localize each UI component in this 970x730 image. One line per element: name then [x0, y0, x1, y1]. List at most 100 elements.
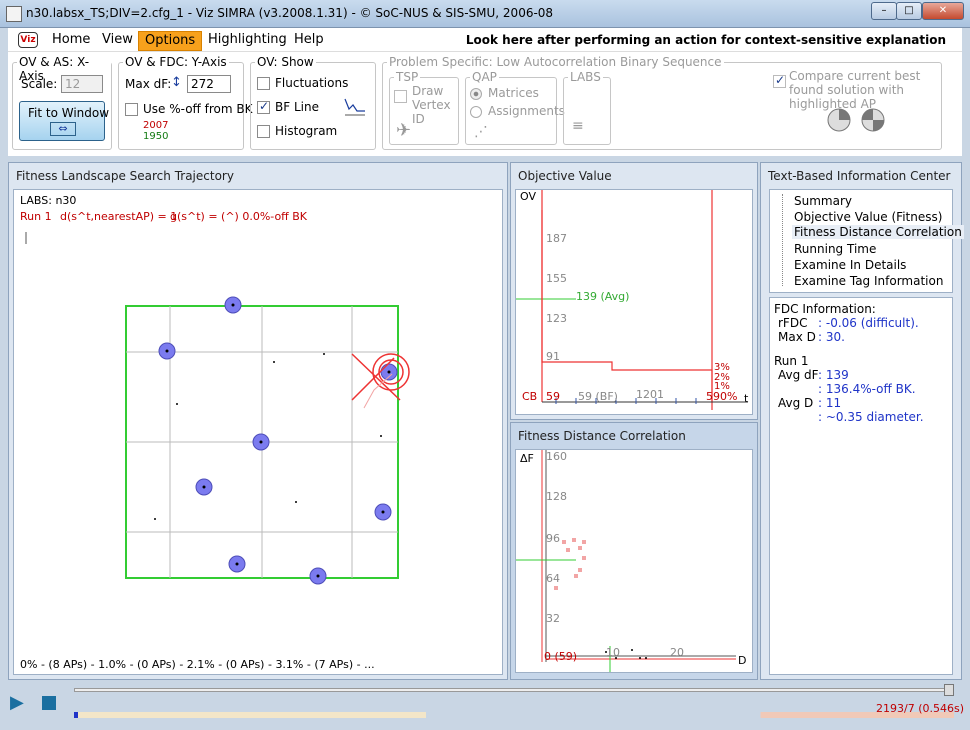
tree-item-summary[interactable]: Summary — [794, 194, 852, 208]
percent-off-checkbox[interactable] — [125, 103, 138, 116]
ovshow-title: OV: Show — [255, 55, 316, 69]
stop-icon[interactable] — [42, 696, 56, 710]
objective-title: Objective Value — [518, 169, 612, 183]
landscape-footer: 0% - (8 APs) - 1.0% - (0 APs) - 2.1% - (… — [20, 658, 375, 671]
run-counter: 2193/7 (0.546s) — [876, 702, 964, 715]
qap-graph-icon: ⋰ — [474, 124, 488, 140]
fdc-zero-label: 0 (59) — [544, 650, 578, 663]
assignments-label: Assignments — [488, 104, 565, 118]
t-axis-label: t — [744, 392, 749, 405]
app-icon — [6, 6, 22, 22]
timeline-track[interactable] — [74, 688, 954, 692]
timeline-start-marker — [74, 712, 78, 718]
problem-group: Problem Specific: Low Autocorrelation Bi… — [382, 55, 942, 150]
menu-options[interactable]: Options — [138, 31, 203, 51]
value-red: 2007 — [143, 120, 169, 131]
labs-title: LABS — [568, 70, 603, 84]
draw-vertex-checkbox[interactable] — [394, 90, 407, 103]
info-text: FDC Information: rFDC : -0.06 (difficult… — [769, 297, 953, 675]
run-title: Run 1 — [774, 354, 809, 368]
menu-help[interactable]: Help — [288, 31, 330, 51]
tree-item-running-time[interactable]: Running Time — [794, 242, 876, 256]
tree-item-fdc[interactable]: Fitness Distance Correlation — [792, 225, 964, 239]
maxd-value: : 30. — [818, 330, 845, 344]
fdc-x10: 10 — [606, 646, 620, 659]
tsp-group: TSP Draw Vertex ID ✈ — [389, 70, 459, 145]
landscape-svg — [25, 232, 410, 585]
pct-label-1: 1% — [714, 381, 730, 392]
fit-to-window-button[interactable]: Fit to Window ⇔ — [19, 101, 109, 141]
menu-home[interactable]: Home — [46, 31, 96, 51]
fdc-canvas[interactable]: ΔF 160 128 96 64 32 0 (59) 10 20 D — [515, 449, 753, 673]
rfdc-label: rFDC — [778, 316, 808, 330]
labs-icon: ≡ — [572, 118, 584, 134]
fit-to-window-label: Fit to Window — [28, 106, 110, 120]
timeline-history-strip — [74, 712, 954, 718]
qap-group: QAP Matrices Assignments ⋰ — [465, 70, 565, 145]
fdc-x20: 20 — [670, 646, 684, 659]
labs-group: LABS ≡ — [563, 70, 611, 145]
histogram-label: Histogram — [275, 124, 338, 138]
menu-highlighting[interactable]: Highlighting — [202, 31, 293, 51]
maxdf-input[interactable]: 272 — [187, 75, 231, 93]
objective-canvas[interactable]: OV 187 155 123 91 139 (Avg) CB 59 59 (BF… — [515, 189, 753, 415]
playback-bar: ▶ 2193/7 (0.546s) — [0, 682, 970, 730]
window-title: n30.labsx_TS;DIV=2.cfg_1 - Viz SIMRA (v3… — [26, 6, 554, 20]
close-button[interactable]: ✕ — [922, 2, 964, 20]
x-label-bf: 59 (BF) — [578, 390, 618, 403]
landscape-canvas[interactable]: LABS: n30 Run 1 d(s^t,nearestAP) = 1 g(s… — [13, 189, 503, 675]
tree-item-objective[interactable]: Objective Value (Fitness) — [794, 210, 942, 224]
objective-panel: Objective Value OV 187 155 123 91 139 (A… — [510, 162, 758, 420]
bfline-label: BF Line — [275, 100, 319, 114]
fdc-svg — [516, 450, 736, 672]
maxdf-label: Max dF: — [125, 77, 172, 91]
fdc-title: Fitness Distance Correlation — [518, 429, 686, 443]
info-panel: Text-Based Information Center Summary Ob… — [760, 162, 964, 680]
avgd-label: Avg D — [778, 396, 814, 410]
scale-input[interactable]: 12 — [61, 75, 103, 93]
tsp-graph-icon: ✈ — [396, 120, 412, 141]
info-title: Text-Based Information Center — [768, 169, 951, 183]
chart-icon — [344, 98, 365, 116]
bfline-checkbox[interactable] — [257, 99, 270, 114]
maxd-label: Max D — [778, 330, 816, 344]
fluctuations-checkbox[interactable] — [257, 77, 270, 90]
landscape-title: Fitness Landscape Search Trajectory — [16, 169, 234, 183]
matrices-label: Matrices — [488, 86, 539, 100]
ovshow-group: OV: Show Fluctuations BF Line Histogram — [250, 55, 376, 150]
avgd-value: : 11 — [818, 396, 842, 410]
problem-title: Problem Specific: Low Autocorrelation Bi… — [387, 55, 724, 69]
tree-item-examine-tag[interactable]: Examine Tag Information — [794, 274, 943, 288]
fdc-panel: Fitness Distance Correlation ΔF 160 128 … — [510, 422, 758, 680]
minimize-button[interactable]: – — [871, 2, 897, 20]
fluctuations-label: Fluctuations — [275, 76, 349, 90]
maximize-button[interactable]: □ — [896, 2, 922, 20]
info-tree: Summary Objective Value (Fitness) Fitnes… — [769, 189, 964, 293]
tsp-title: TSP — [394, 70, 421, 84]
tree-line — [782, 194, 783, 286]
cb-label: CB — [522, 390, 538, 403]
yaxis-title: OV & FDC: Y-Axis — [123, 55, 229, 69]
updown-icon: ↕ — [171, 75, 182, 90]
assignments-radio[interactable] — [470, 106, 482, 118]
timeline-slider-thumb[interactable] — [944, 684, 954, 696]
tree-item-examine-details[interactable]: Examine In Details — [794, 258, 906, 272]
landscape-panel: Fitness Landscape Search Trajectory LABS… — [8, 162, 508, 680]
value-green: 1950 — [143, 131, 169, 142]
help-message: Look here after performing an action for… — [465, 33, 946, 47]
xaxis-group: OV & AS: X-Axis Scale: 12 Fit to Window … — [12, 55, 112, 150]
matrices-radio[interactable] — [470, 88, 482, 100]
d-axis-label: D — [738, 654, 747, 667]
viz-logo: Viz — [18, 32, 38, 48]
draw-vertex-label: Draw Vertex ID — [412, 84, 451, 126]
compare-checkbox[interactable] — [773, 73, 786, 88]
rfdc-value: : -0.06 (difficult). — [818, 316, 919, 330]
play-icon[interactable]: ▶ — [10, 692, 34, 716]
fit-arrows-icon: ⇔ — [50, 122, 76, 136]
avgdf-pct: : 136.4%-off BK. — [818, 382, 916, 396]
menu-bar: Viz Home View Options Highlighting Help … — [8, 28, 962, 52]
percent-off-label: Use %-off from BK — [143, 102, 253, 116]
compare-pie-icons — [827, 108, 885, 132]
histogram-checkbox[interactable] — [257, 125, 270, 138]
menu-view[interactable]: View — [96, 31, 139, 51]
